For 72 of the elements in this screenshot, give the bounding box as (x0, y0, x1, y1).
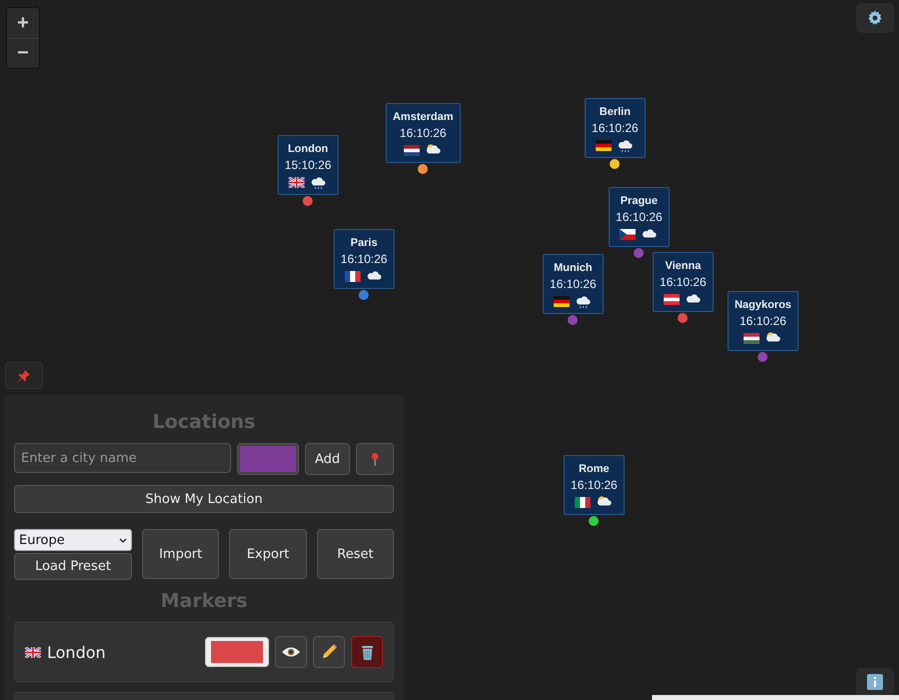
flag-icon (620, 229, 636, 240)
export-button[interactable]: Export (229, 529, 307, 579)
city-name: Berlin (599, 106, 631, 118)
preset-select[interactable]: Europe (14, 529, 132, 551)
city-time: 16:10:26 (592, 121, 638, 135)
city-time: 16:10:26 (400, 126, 446, 140)
flag-icon (289, 177, 305, 188)
marker-color-picker[interactable] (205, 637, 269, 667)
edit-button[interactable] (313, 636, 345, 668)
city-time: 16:10:26 (660, 275, 706, 289)
city-marker-card[interactable]: Amsterdam 16:10:26 (386, 103, 460, 163)
city-marker-card[interactable]: Rome 16:10:26 (564, 455, 624, 515)
round-pushpin-icon (370, 452, 380, 466)
info-button[interactable] (856, 668, 894, 696)
city-time: 15:10:26 (284, 158, 332, 172)
show-my-location-button[interactable]: Show My Location (14, 485, 394, 513)
pencil-icon (320, 643, 338, 661)
chevron-down-icon (119, 538, 127, 542)
pin-toggle-button[interactable] (5, 362, 43, 389)
city-marker-card[interactable]: Prague 16:10:26 (608, 187, 670, 247)
city-name: Rome (578, 463, 610, 475)
map-pin[interactable] (589, 516, 599, 526)
zoom-button[interactable]: − (7, 38, 39, 68)
flag-icon (744, 333, 760, 344)
import-button[interactable]: Import (142, 529, 220, 579)
city-name: Nagykoros (734, 299, 792, 311)
flag-icon (345, 271, 361, 282)
flag-icon (554, 296, 570, 307)
add-button[interactable]: Add (304, 443, 350, 475)
settings-button[interactable] (856, 3, 894, 33)
city-name: Prague (620, 195, 658, 207)
city-time: 16:10:26 (570, 478, 618, 492)
flag-icon (596, 140, 612, 151)
map-pin[interactable] (610, 159, 620, 169)
city-name: Vienna (665, 260, 701, 272)
city-time: 16:10:26 (340, 252, 388, 266)
pushpin-icon (17, 368, 31, 382)
city-input[interactable]: Enter a city name (14, 443, 231, 473)
map-pin[interactable] (678, 313, 688, 323)
delete-button[interactable] (351, 636, 383, 668)
trash-can-icon (360, 644, 374, 660)
city-time: 16:10:26 (550, 277, 596, 291)
rain-cloud-icon (310, 175, 327, 190)
eye-icon (281, 646, 301, 658)
info-icon (867, 674, 883, 690)
city-marker-card[interactable]: Munich 16:10:26 (542, 254, 604, 314)
marker-name: London (47, 642, 106, 662)
pick-on-map-button[interactable] (356, 443, 394, 475)
map-pin[interactable] (303, 196, 313, 206)
city-name: Amsterdam (392, 111, 454, 123)
zoom-button[interactable]: + (7, 8, 39, 38)
load-preset-button[interactable]: Load Preset (14, 553, 132, 580)
map-pin[interactable] (418, 164, 428, 174)
city-name: Munich (554, 262, 592, 274)
city-marker-card[interactable]: Berlin 16:10:26 (584, 98, 646, 158)
city-name: London (288, 143, 328, 155)
city-time: 16:10:26 (740, 314, 786, 328)
city-marker-card[interactable]: Nagykoros 16:10:26 (728, 291, 798, 351)
city-marker-card[interactable]: Vienna 16:10:26 (652, 252, 714, 312)
visibility-button[interactable] (275, 636, 307, 668)
settings-icon (867, 10, 883, 26)
rain-cloud-icon (617, 138, 634, 153)
flag-icon (575, 497, 591, 508)
city-marker-card[interactable]: London 15:10:26 (278, 135, 338, 195)
city-marker-card[interactable]: Paris 16:10:26 (334, 229, 394, 289)
rain-cloud-icon (575, 294, 592, 309)
reset-button[interactable]: Reset (316, 529, 394, 579)
flag-icon (25, 646, 41, 658)
flag-icon (404, 145, 420, 156)
city-name: Paris (350, 237, 378, 249)
city-time: 16:10:26 (616, 210, 662, 224)
flag-icon (664, 294, 680, 305)
